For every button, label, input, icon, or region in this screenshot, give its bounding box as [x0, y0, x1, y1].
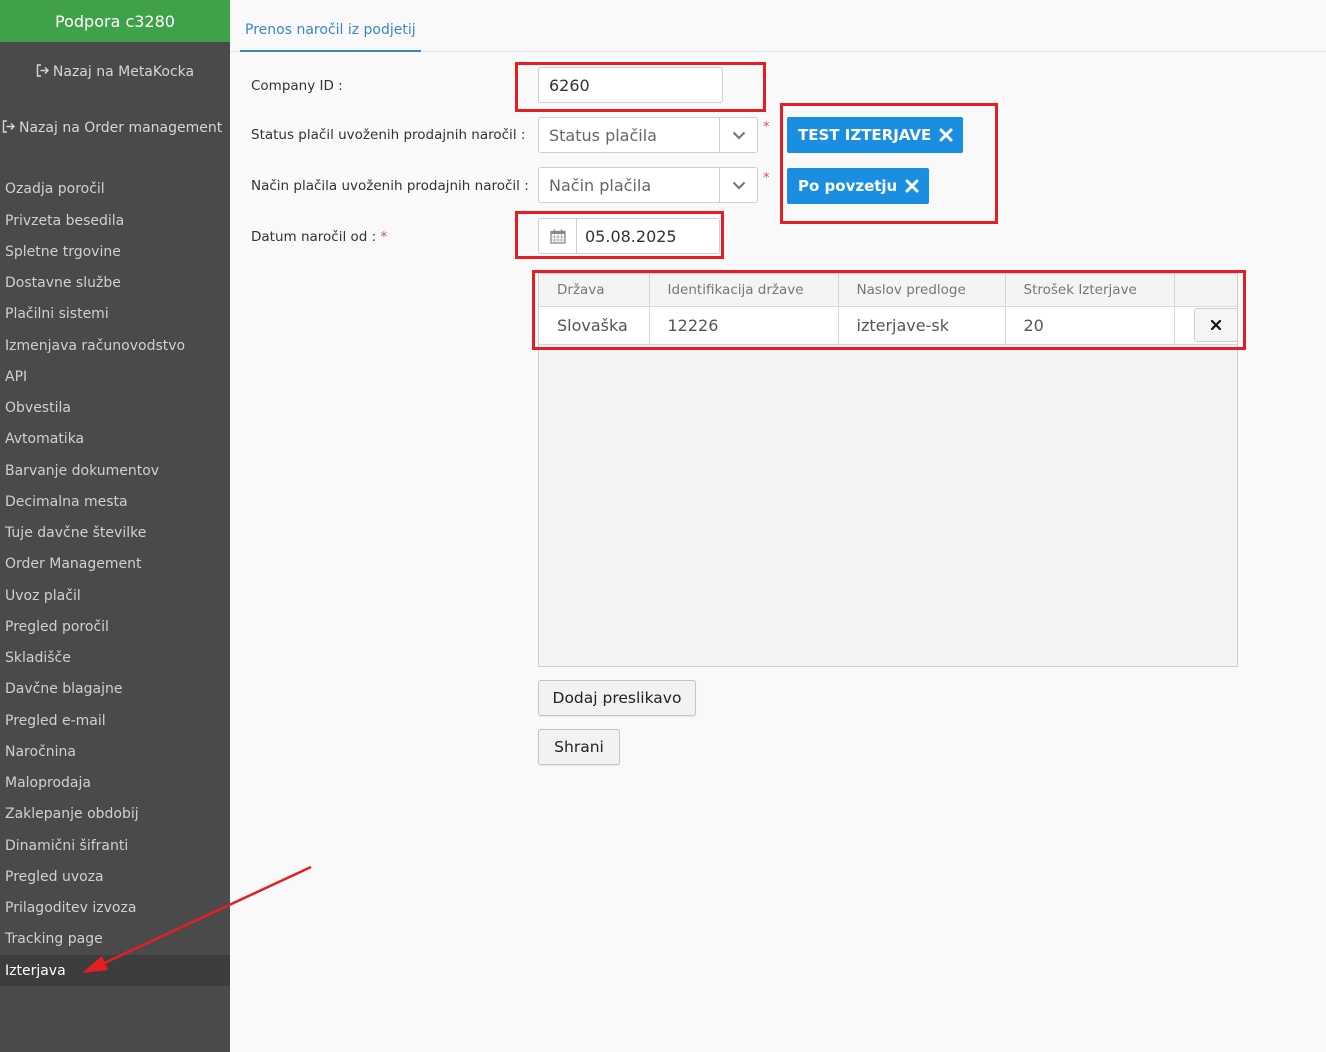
chevron-down-icon[interactable] [719, 118, 757, 152]
order-date-input[interactable]: 05.08.2025 [538, 218, 720, 254]
cell-cost[interactable]: 20 [1005, 306, 1175, 345]
sidebar-item-obvestila[interactable]: Obvestila [0, 392, 230, 423]
save-button[interactable]: Shrani [538, 729, 620, 765]
tag-label: Po povzetju [798, 177, 898, 195]
sidebar-title: Podpora c3280 [0, 0, 230, 42]
sidebar-item-maloprodaja[interactable]: Maloprodaja [0, 767, 230, 798]
sidebar-item-dinamicni-sifranti[interactable]: Dinamični šifranti [0, 830, 230, 861]
order-date-label-text: Datum naročil od : [251, 229, 377, 245]
delete-row-button[interactable] [1193, 308, 1238, 342]
sidebar-item-tuje-davcne-stevilke[interactable]: Tuje davčne številke [0, 517, 230, 548]
column-header-cost: Strošek Izterjave [1005, 274, 1175, 307]
sidebar-item-pregled-porocil[interactable]: Pregled poročil [0, 611, 230, 642]
sidebar-item-ozadja-porocil[interactable]: Ozadja poročil [0, 173, 230, 204]
sidebar-item-uvoz-placil[interactable]: Uvoz plačil [0, 580, 230, 611]
column-header-country: Država [539, 274, 650, 307]
sign-out-icon [36, 63, 50, 81]
mapping-table: Država Identifikacija države Naslov pred… [539, 274, 1238, 345]
sidebar-item-placilni-sistemi[interactable]: Plačilni sistemi [0, 298, 230, 329]
cell-country[interactable]: Slovaška [539, 306, 650, 345]
sidebar-item-narocnina[interactable]: Naročnina [0, 736, 230, 767]
payment-method-tag: Po povzetju [787, 168, 930, 204]
company-id-label: Company ID : [251, 78, 343, 94]
table-row: Slovaška 12226 izterjave-sk 20 [539, 306, 1238, 345]
mapping-table-panel: Država Identifikacija države Naslov pred… [538, 273, 1238, 667]
calendar-icon[interactable] [539, 219, 577, 253]
column-header-template-title: Naslov predloge [838, 274, 1006, 307]
sidebar-item-pregled-uvoza[interactable]: Pregled uvoza [0, 861, 230, 892]
sidebar-item-pregled-email[interactable]: Pregled e-mail [0, 705, 230, 736]
cell-country-id[interactable]: 12226 [649, 306, 839, 345]
table-header-row: Država Identifikacija države Naslov pred… [539, 274, 1237, 307]
payment-method-label: Način plačila uvoženih prodajnih naročil… [251, 178, 529, 194]
column-header-country-id: Identifikacija države [649, 274, 839, 307]
add-mapping-button[interactable]: Dodaj preslikavo [538, 680, 696, 716]
cell-template-title[interactable]: izterjave-sk [838, 306, 1006, 345]
payment-status-label: Status plačil uvoženih prodajnih naročil… [251, 127, 526, 143]
sidebar-item-davcne-blagajne[interactable]: Davčne blagajne [0, 673, 230, 704]
sidebar: Podpora c3280 Nazaj na MetaKocka Nazaj n… [0, 0, 230, 1052]
sidebar-item-privzeta-besedila[interactable]: Privzeta besedila [0, 205, 230, 236]
sidebar-item-spletne-trgovine[interactable]: Spletne trgovine [0, 236, 230, 267]
sidebar-item-decimalna-mesta[interactable]: Decimalna mesta [0, 486, 230, 517]
sidebar-item-avtomatika[interactable]: Avtomatika [0, 423, 230, 454]
order-date-label: Datum naročil od : * [251, 229, 387, 245]
sidebar-item-barvanje-dokumentov[interactable]: Barvanje dokumentov [0, 455, 230, 486]
required-mark: * [763, 120, 770, 135]
sidebar-item-skladisce[interactable]: Skladišče [0, 642, 230, 673]
required-mark: * [763, 171, 770, 186]
sidebar-item-izmenjava-racunovodstvo[interactable]: Izmenjava računovodstvo [0, 330, 230, 361]
back-to-order-management-link[interactable]: Nazaj na Order management [0, 118, 230, 138]
sidebar-item-order-management[interactable]: Order Management [0, 548, 230, 579]
payment-method-placeholder: Način plačila [549, 175, 652, 195]
main-content: Prenos naročil iz podjetij Company ID : … [230, 0, 1326, 1052]
sidebar-item-izterjava[interactable]: Izterjava [0, 955, 230, 986]
payment-status-placeholder: Status plačila [549, 125, 657, 145]
required-mark: * [380, 229, 388, 245]
back-link-label: Nazaj na Order management [19, 120, 223, 136]
cell-actions [1174, 306, 1238, 345]
payment-status-tag: TEST IZTERJAVE [787, 117, 964, 153]
close-icon [1210, 320, 1221, 330]
tag-label: TEST IZTERJAVE [798, 126, 932, 144]
sidebar-item-prilagoditev-izvoza[interactable]: Prilagoditev izvoza [0, 892, 230, 923]
payment-status-select[interactable]: Status plačila [538, 117, 758, 153]
sidebar-item-dostavne-sluzbe[interactable]: Dostavne službe [0, 267, 230, 298]
payment-method-select[interactable]: Način plačila [538, 167, 758, 203]
back-to-metakocka-link[interactable]: Nazaj na MetaKocka [0, 62, 230, 82]
sign-out-icon [2, 119, 16, 137]
close-icon[interactable] [939, 128, 953, 142]
close-icon[interactable] [905, 179, 919, 193]
company-id-input[interactable]: 6260 [538, 67, 723, 103]
tab-bar: Prenos naročil iz podjetij [230, 0, 1326, 52]
sidebar-item-zaklepanje-obdobij[interactable]: Zaklepanje obdobij [0, 798, 230, 829]
order-date-value: 05.08.2025 [585, 226, 677, 246]
column-header-actions [1174, 274, 1237, 307]
sidebar-item-tracking-page[interactable]: Tracking page [0, 923, 230, 954]
sidebar-item-api[interactable]: API [0, 361, 230, 392]
chevron-down-icon[interactable] [719, 168, 757, 202]
back-link-label: Nazaj na MetaKocka [52, 64, 195, 80]
tab-prenos-narocil[interactable]: Prenos naročil iz podjetij [240, 18, 421, 52]
